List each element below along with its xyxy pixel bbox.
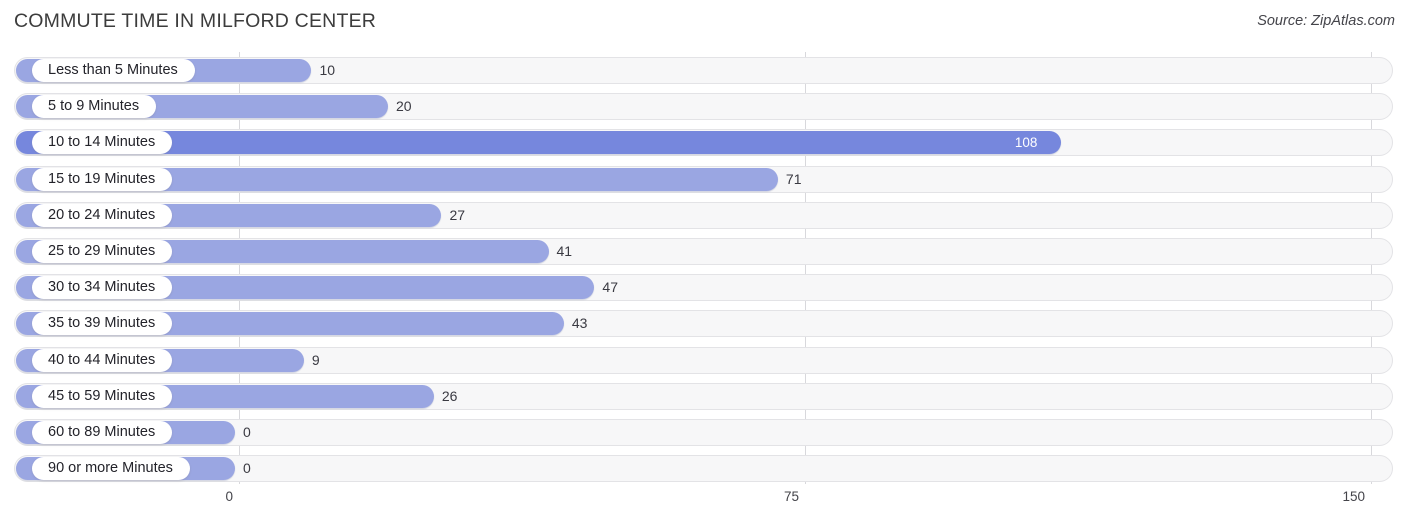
axis-tick-label: 75 <box>783 489 799 504</box>
bar-row[interactable]: 30 to 34 Minutes 47 <box>14 274 1393 302</box>
chart-container: COMMUTE TIME IN MILFORD CENTER Source: Z… <box>0 0 1406 524</box>
bar-category-label: 60 to 89 Minutes <box>32 421 173 444</box>
bar-value-label: 41 <box>556 243 573 259</box>
bar-category-label: 25 to 29 Minutes <box>32 240 173 263</box>
bar-category-label: 5 to 9 Minutes <box>32 95 157 119</box>
bar-value-label: 71 <box>785 170 802 187</box>
bar-value-label: 0 <box>243 424 251 440</box>
bar-rows: Less than 5 Minutes 10 5 to 9 Minutes 20 10 … <box>0 52 1406 484</box>
bar-category-label: 40 to 44 Minutes <box>32 348 173 372</box>
bar-value-label: 27 <box>449 206 466 223</box>
bar-category-label: 45 to 59 Minutes <box>32 384 173 408</box>
bar-row[interactable]: 25 to 29 Minutes 41 <box>14 238 1393 265</box>
bar-category-label: 20 to 24 Minutes <box>32 203 173 227</box>
bar-row[interactable]: 20 to 24 Minutes 27 <box>14 201 1393 229</box>
bar-value-label: 108 <box>1014 135 1038 151</box>
bar-category-label: 35 to 39 Minutes <box>32 312 173 336</box>
bar-row[interactable]: 10 to 14 Minutes 108 <box>14 129 1393 157</box>
bar-category-label: 10 to 14 Minutes <box>32 131 173 155</box>
plot-area: Less than 5 Minutes 10 5 to 9 Minutes 20 10 … <box>0 52 1406 484</box>
page-title: COMMUTE TIME IN MILFORD CENTER <box>14 10 377 32</box>
axis-tick-label: 0 <box>225 489 233 504</box>
axis-tick-label: 150 <box>1342 489 1365 504</box>
bar-row[interactable]: 90 or more Minutes 0 <box>14 455 1393 483</box>
bar-value-label: 43 <box>571 315 588 332</box>
bar-category-label: 90 or more Minutes <box>32 457 190 481</box>
source-attribution: Source: ZipAtlas.com <box>1257 13 1395 29</box>
bar-value-label: 0 <box>243 460 251 477</box>
bar-category-label: Less than 5 Minutes <box>32 59 195 82</box>
bar-value-label: 26 <box>441 387 458 404</box>
bar-row[interactable]: 5 to 9 Minutes 20 <box>14 93 1393 121</box>
bar-row[interactable]: 45 to 59 Minutes 26 <box>14 382 1393 410</box>
bar-value-label: 10 <box>319 62 336 78</box>
bar-category-label: 30 to 34 Minutes <box>32 276 173 300</box>
bar-value-label: 20 <box>395 98 412 115</box>
bar-row[interactable]: 35 to 39 Minutes 43 <box>14 310 1393 338</box>
bar-category-label: 15 to 19 Minutes <box>32 167 173 191</box>
bar-value-label: 47 <box>602 279 618 296</box>
x-axis: 0 75 150 <box>0 484 1406 524</box>
bar-row[interactable]: 40 to 44 Minutes 9 <box>14 346 1393 374</box>
bar-value-label: 9 <box>311 351 320 368</box>
bar-row[interactable]: 60 to 89 Minutes 0 <box>14 419 1393 446</box>
bar-row[interactable]: 15 to 19 Minutes 71 <box>14 165 1393 193</box>
bar-fill <box>16 131 1061 155</box>
bar-row[interactable]: Less than 5 Minutes 10 <box>14 57 1393 84</box>
